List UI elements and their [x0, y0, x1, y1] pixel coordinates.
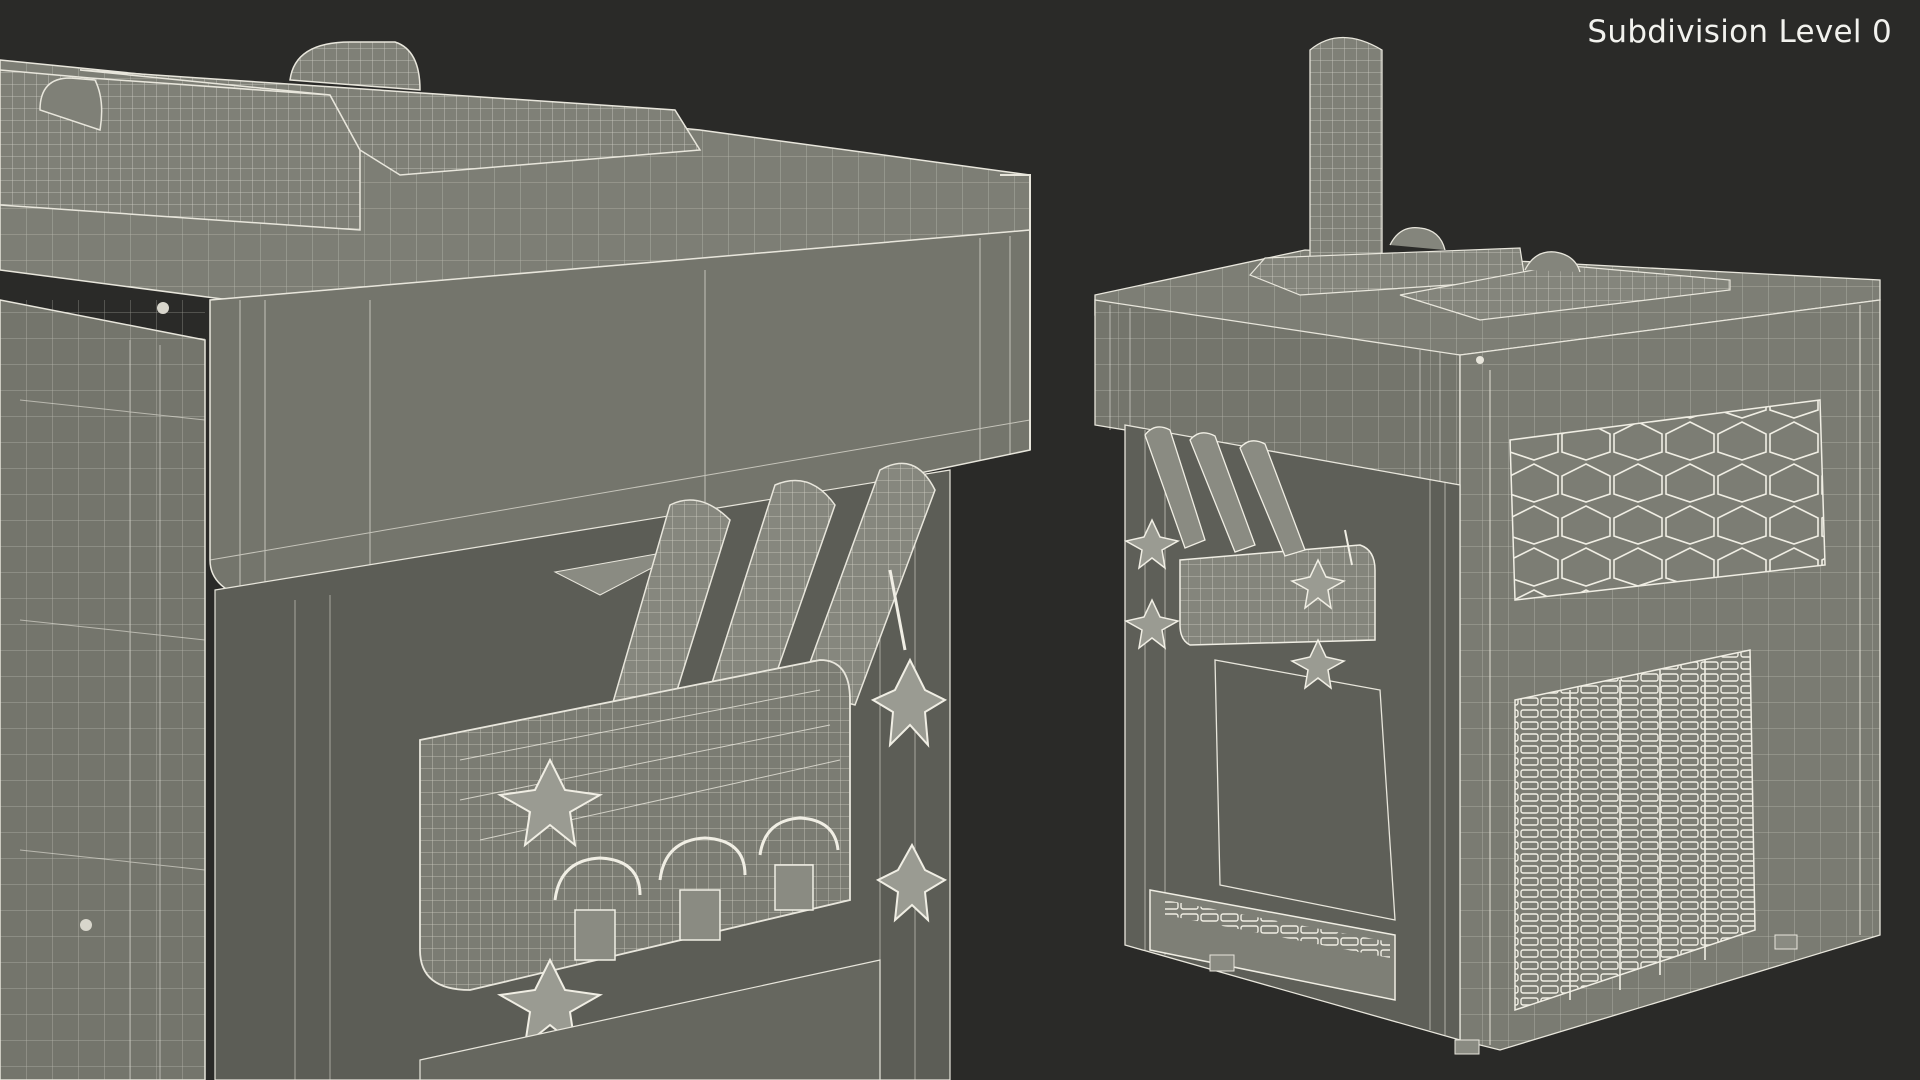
screw-icon: [80, 919, 92, 931]
screw-icon: [157, 302, 169, 314]
machine-foot: [1774, 934, 1798, 950]
machine-foot: [1454, 1039, 1480, 1055]
machine-foot: [1209, 954, 1235, 972]
hopper-chimney: [1309, 36, 1383, 263]
machine-full: [1094, 36, 1881, 1055]
screw-icon: [1476, 356, 1484, 364]
machine-closeup: [0, 41, 1031, 1080]
full-valve-block: [1179, 544, 1376, 646]
3d-viewport[interactable]: Subdivision Level 0: [0, 0, 1920, 1080]
subdivision-level-label: Subdivision Level 0: [1587, 14, 1892, 50]
